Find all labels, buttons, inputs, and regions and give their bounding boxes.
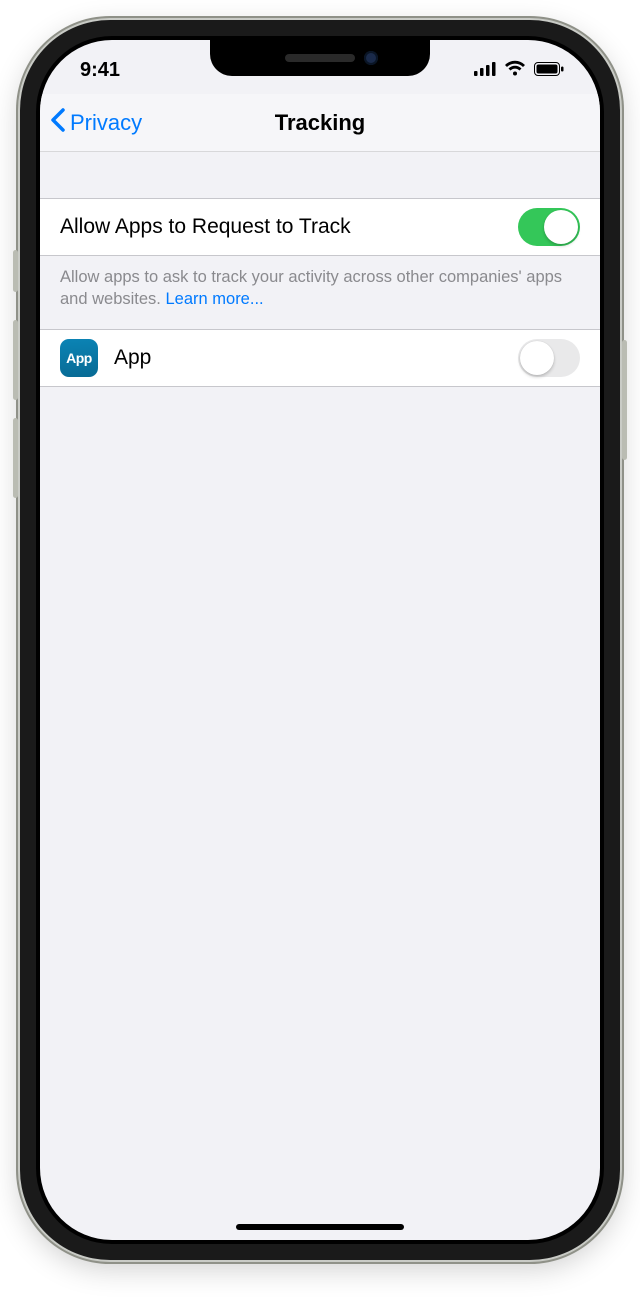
home-indicator[interactable]	[236, 1224, 404, 1230]
toggle-app-tracking[interactable]	[518, 339, 580, 377]
nav-bar: Privacy Tracking	[40, 94, 600, 152]
screen: 9:41	[40, 40, 600, 1240]
device-notch	[210, 40, 430, 76]
row-allow-tracking: Allow Apps to Request to Track	[40, 198, 600, 256]
volume-down-button	[13, 418, 18, 498]
row-app: App App	[40, 329, 600, 387]
chevron-left-icon	[50, 108, 70, 138]
toggle-allow-tracking[interactable]	[518, 208, 580, 246]
back-label: Privacy	[70, 110, 142, 136]
nav-title: Tracking	[275, 110, 365, 136]
footer-description: Allow apps to ask to track your activity…	[60, 268, 562, 308]
status-icons	[474, 59, 564, 82]
front-camera	[364, 51, 378, 65]
device-frame: 9:41	[20, 20, 620, 1260]
silent-switch	[13, 250, 18, 292]
row-app-label: App	[114, 346, 518, 370]
wifi-icon	[504, 59, 526, 82]
row-allow-tracking-footer: Allow apps to ask to track your activity…	[40, 256, 600, 329]
power-button	[622, 340, 627, 460]
learn-more-link[interactable]: Learn more...	[165, 290, 263, 308]
app-icon: App	[60, 339, 98, 377]
volume-up-button	[13, 320, 18, 400]
cellular-icon	[474, 59, 496, 82]
status-time: 9:41	[80, 59, 120, 82]
speaker-grille	[285, 54, 355, 62]
battery-icon	[534, 59, 564, 82]
back-button[interactable]: Privacy	[50, 108, 142, 138]
settings-content: Allow Apps to Request to Track Allow app…	[40, 152, 600, 387]
row-allow-tracking-label: Allow Apps to Request to Track	[60, 215, 518, 239]
